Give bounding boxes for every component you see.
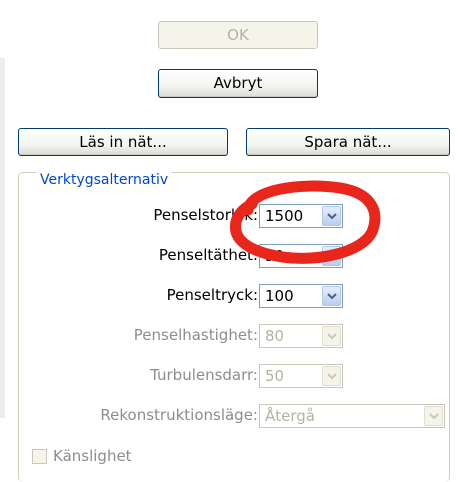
chevron-down-icon [327, 253, 337, 260]
cancel-button[interactable]: Avbryt [158, 69, 318, 98]
brush-pressure-dropdown-button[interactable] [322, 286, 341, 306]
chevron-down-icon [327, 213, 337, 220]
brush-rate-dropdown-button[interactable] [322, 326, 341, 346]
turbulent-jitter-dropdown-button[interactable] [322, 366, 341, 386]
brush-density-dropdown-button[interactable] [322, 246, 341, 266]
chevron-down-icon [429, 413, 439, 420]
brush-rate-combo[interactable]: 80 [259, 324, 343, 348]
sensitivity-label: Känslighet [53, 447, 132, 465]
liquify-options-panel: OK Avbryt Läs in nät... Spara nät... Ver… [0, 0, 458, 482]
brush-density-label: Penseltäthet: [158, 246, 258, 264]
brush-size-value: 1500 [265, 207, 304, 225]
brush-size-combo[interactable]: 1500 [259, 204, 343, 228]
brush-rate-label: Penselhastighet: [133, 326, 258, 344]
sensitivity-checkbox[interactable] [32, 449, 47, 464]
turbulent-jitter-combo[interactable]: 50 [259, 364, 343, 388]
chevron-down-icon [327, 333, 337, 340]
brush-size-dropdown-button[interactable] [322, 206, 341, 226]
save-mesh-button[interactable]: Spara nät... [246, 128, 450, 156]
brush-pressure-combo[interactable]: 100 [259, 284, 343, 308]
brush-density-value: 50 [265, 247, 285, 265]
turbulent-jitter-label: Turbulensdarr: [150, 366, 258, 384]
brush-density-combo[interactable]: 50 [259, 244, 343, 268]
turbulent-jitter-value: 50 [265, 367, 285, 385]
reconstruct-mode-combo[interactable]: Återgå [259, 404, 445, 428]
chevron-down-icon [327, 293, 337, 300]
tool-options-legend: Verktygsalternativ [36, 172, 173, 188]
chevron-down-icon [327, 373, 337, 380]
load-mesh-button[interactable]: Läs in nät... [18, 128, 228, 156]
reconstruct-mode-dropdown-button[interactable] [424, 406, 443, 426]
brush-pressure-label: Penseltryck: [166, 286, 258, 304]
reconstruct-mode-value: Återgå [265, 407, 315, 425]
left-edge-strip [0, 58, 5, 418]
ok-button[interactable]: OK [158, 21, 318, 49]
brush-size-label: Penselstorlek: [153, 206, 258, 224]
reconstruct-mode-label: Rekonstruktionsläge: [100, 406, 258, 424]
brush-pressure-value: 100 [265, 287, 294, 305]
brush-rate-value: 80 [265, 327, 285, 345]
